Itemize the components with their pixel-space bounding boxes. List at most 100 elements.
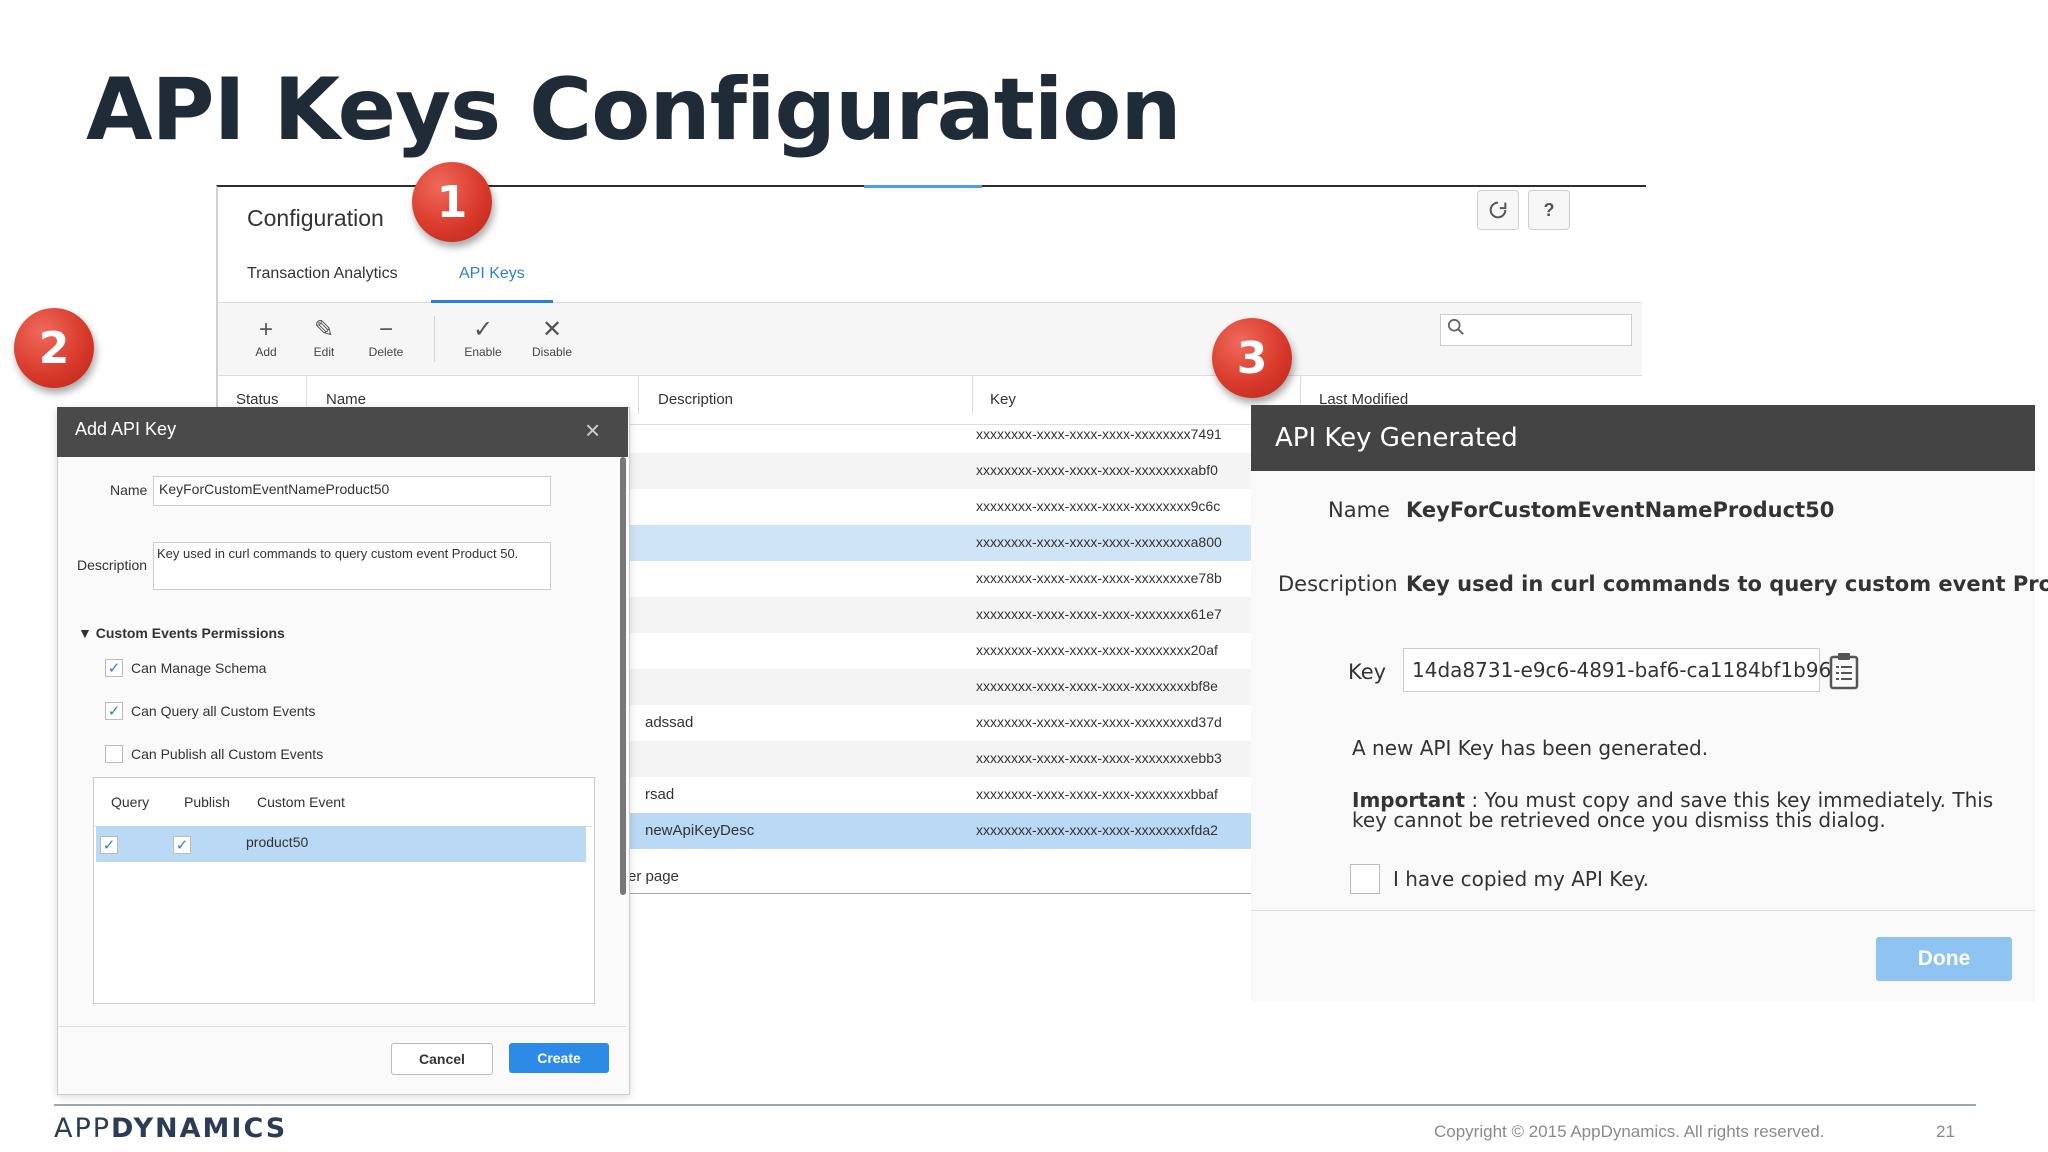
- x-icon: ✕: [541, 316, 563, 343]
- dialog-title: Add API Key: [75, 419, 177, 439]
- slide-title: API Keys Configuration: [86, 60, 1182, 160]
- callout-marker-3: 3: [1212, 318, 1292, 398]
- column-divider: [972, 376, 973, 414]
- tab-api-keys[interactable]: API Keys: [459, 265, 525, 283]
- close-icon[interactable]: ×: [585, 415, 600, 446]
- important-notice: Important : You must copy and save this …: [1352, 790, 2000, 830]
- enable-button-label: Enable: [464, 345, 502, 359]
- column-header-status[interactable]: Status: [236, 391, 279, 408]
- key-cell: xxxxxxxx-xxxx-xxxx-xxxx-xxxxxxxxd37d: [976, 714, 1222, 730]
- key-cell: xxxxxxxx-xxxx-xxxx-xxxx-xxxxxxxxebb3: [976, 750, 1222, 766]
- cancel-button[interactable]: Cancel: [391, 1043, 493, 1075]
- delete-button[interactable]: − Delete: [356, 315, 416, 359]
- check-icon: ✓: [472, 316, 494, 343]
- name-label: Name: [110, 482, 148, 498]
- refresh-icon: [1489, 201, 1507, 219]
- search-input[interactable]: [1440, 314, 1632, 346]
- description-cell: adssad: [645, 714, 694, 731]
- key-cell: xxxxxxxx-xxxx-xxxx-xxxx-xxxxxxxxe78b: [976, 570, 1222, 586]
- key-cell: xxxxxxxx-xxxx-xxxx-xxxx-xxxxxxxx7491: [976, 426, 1222, 442]
- logo-suffix: DYNAMICS: [111, 1113, 288, 1144]
- key-cell: xxxxxxxx-xxxx-xxxx-xxxx-xxxxxxxxbf8e: [976, 678, 1218, 694]
- add-button-label: Add: [255, 345, 277, 359]
- key-cell: xxxxxxxx-xxxx-xxxx-xxxx-xxxxxxxxa800: [976, 534, 1222, 550]
- permission-label: Can Manage Schema: [131, 660, 267, 676]
- column-header-key[interactable]: Key: [990, 391, 1016, 408]
- custom-event-cell: product50: [246, 834, 309, 850]
- can-manage-schema-checkbox[interactable]: ✓: [105, 659, 123, 677]
- key-cell: xxxxxxxx-xxxx-xxxx-xxxx-xxxxxxxxabf0: [976, 462, 1218, 478]
- toolbar-separator: [434, 316, 435, 362]
- api-key-generated-dialog: [1251, 405, 2035, 1001]
- query-checkbox[interactable]: ✓: [100, 836, 118, 854]
- key-cell: xxxxxxxx-xxxx-xxxx-xxxx-xxxxxxxx9c6c: [976, 498, 1221, 514]
- checkmark-icon: ✓: [107, 660, 121, 677]
- appdynamics-logo: APPDYNAMICS: [54, 1113, 287, 1144]
- name-label: Name: [1328, 498, 1390, 522]
- permission-label: Can Publish all Custom Events: [131, 746, 324, 762]
- toolbar: [218, 303, 1642, 376]
- description-label: Description: [77, 557, 148, 573]
- table-bottom-border: [628, 893, 1254, 894]
- page-number: 21: [1936, 1122, 1955, 1141]
- column-header-description[interactable]: Description: [658, 391, 733, 408]
- footer-divider: [54, 1104, 1976, 1106]
- description-field[interactable]: Key used in curl commands to query custo…: [153, 542, 551, 590]
- search-icon: [1447, 318, 1465, 341]
- create-button[interactable]: Create: [509, 1043, 609, 1073]
- window-accent-line: [864, 185, 982, 188]
- checkmark-icon: ✓: [102, 837, 116, 854]
- per-page-label: er page: [628, 868, 679, 885]
- description-label: Description: [1278, 572, 1398, 596]
- done-button[interactable]: Done: [1876, 937, 2012, 981]
- disable-button-label: Disable: [531, 345, 573, 359]
- add-button[interactable]: + Add: [236, 315, 296, 359]
- disable-button[interactable]: ✕ Disable: [522, 315, 582, 359]
- callout-marker-2: 2: [14, 308, 94, 388]
- key-field[interactable]: 14da8731-e9c6-4891-baf6-ca1184bf1b96: [1403, 648, 1831, 692]
- copied-confirmation-checkbox[interactable]: [1350, 864, 1380, 894]
- key-cell: xxxxxxxx-xxxx-xxxx-xxxx-xxxxxxxxfda2: [976, 822, 1218, 838]
- copyright-text: Copyright © 2015 AppDynamics. All rights…: [1434, 1122, 1825, 1141]
- table-row[interactable]: [96, 826, 586, 862]
- checkmark-icon: ✓: [175, 837, 189, 854]
- can-publish-checkbox[interactable]: [105, 745, 123, 763]
- key-cell: xxxxxxxx-xxxx-xxxx-xxxx-xxxxxxxx20af: [976, 642, 1218, 658]
- enable-button[interactable]: ✓ Enable: [453, 315, 513, 359]
- column-divider: [638, 376, 639, 414]
- description-cell: rsad: [645, 786, 675, 803]
- can-query-checkbox[interactable]: ✓: [105, 702, 123, 720]
- name-field[interactable]: KeyForCustomEventNameProduct50: [153, 476, 551, 506]
- permissions-section-header[interactable]: ▼ Custom Events Permissions: [78, 625, 285, 641]
- clipboard-icon[interactable]: [1829, 652, 1859, 690]
- key-label: Key: [1348, 660, 1387, 684]
- callout-marker-1: 1: [412, 162, 492, 242]
- help-button[interactable]: ?: [1528, 190, 1570, 230]
- description-cell: newApiKeyDesc: [645, 822, 755, 839]
- publish-checkbox[interactable]: ✓: [173, 836, 191, 854]
- scrollbar[interactable]: [620, 457, 626, 895]
- dialog-footer-divider: [1251, 910, 2035, 911]
- minus-icon: −: [378, 316, 393, 343]
- permissions-header-label: Custom Events Permissions: [95, 625, 285, 641]
- dialog-footer-divider: [58, 1026, 627, 1027]
- generated-message: A new API Key has been generated.: [1352, 736, 1709, 760]
- column-header-custom-event: Custom Event: [257, 794, 345, 810]
- copied-confirmation-label: I have copied my API Key.: [1393, 867, 1649, 891]
- plus-icon: +: [258, 316, 273, 343]
- pencil-icon: ✎: [313, 316, 335, 343]
- edit-button[interactable]: ✎ Edit: [294, 315, 354, 359]
- checkmark-icon: ✓: [107, 703, 121, 720]
- column-header-query: Query: [111, 794, 150, 810]
- edit-button-label: Edit: [313, 345, 335, 359]
- permission-label: Can Query all Custom Events: [131, 703, 316, 719]
- refresh-button[interactable]: [1477, 190, 1519, 230]
- triangle-down-icon: ▼: [78, 625, 96, 641]
- dialog-title: API Key Generated: [1275, 423, 1518, 453]
- column-header-name[interactable]: Name: [326, 391, 366, 408]
- delete-button-label: Delete: [368, 345, 404, 359]
- tab-transaction-analytics[interactable]: Transaction Analytics: [247, 265, 398, 283]
- description-value: Key used in curl commands to query custo…: [1406, 572, 2048, 596]
- configuration-title: Configuration: [247, 205, 384, 231]
- key-cell: xxxxxxxx-xxxx-xxxx-xxxx-xxxxxxxx61e7: [976, 606, 1222, 622]
